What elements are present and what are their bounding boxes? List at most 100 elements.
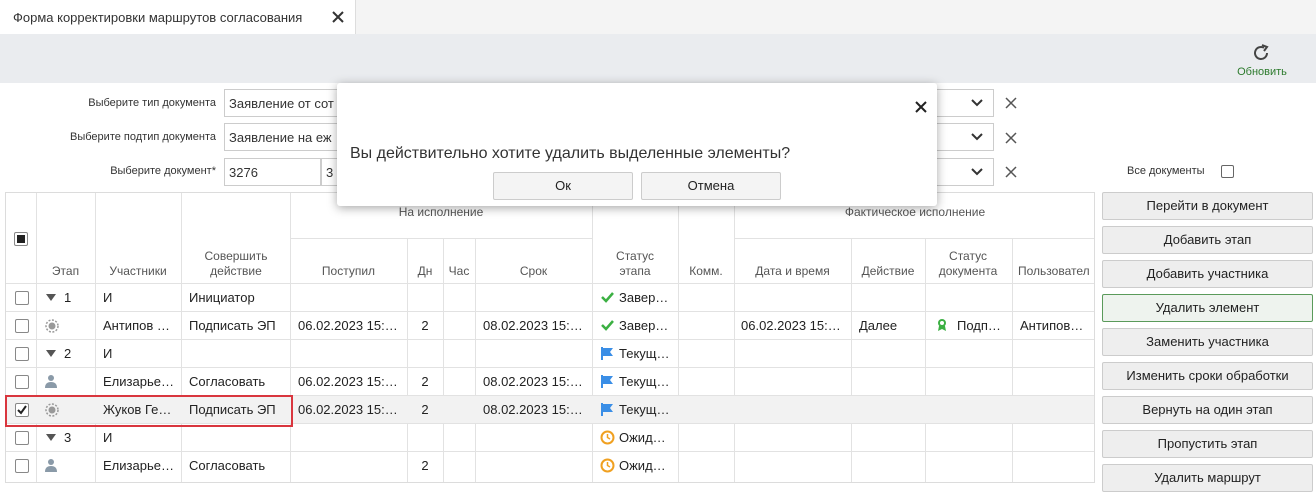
act	[859, 368, 923, 395]
action-button[interactable]: Изменить сроки обработки	[1102, 362, 1313, 390]
action-button[interactable]: Удалить элемент	[1102, 294, 1313, 322]
row-checkbox[interactable]	[15, 431, 29, 445]
action-button[interactable]: Заменить участника	[1102, 328, 1313, 356]
header-comm[interactable]: Комм.	[678, 264, 734, 279]
doc-status	[957, 396, 1011, 423]
received: 06.02.2023 15:…	[298, 374, 398, 389]
doc-status	[957, 284, 1011, 311]
ok-button[interactable]: Ок	[493, 172, 633, 200]
select-all-checkbox[interactable]	[14, 232, 28, 246]
header-doc-status[interactable]: Статус документа	[928, 249, 1008, 279]
clock-icon	[600, 430, 615, 448]
datetime: 06.02.2023 15:…	[741, 318, 841, 333]
all-docs-checkbox[interactable]	[1221, 165, 1234, 178]
user	[1020, 424, 1094, 451]
header-deadline[interactable]: Срок	[475, 264, 592, 279]
cancel-button[interactable]: Отмена	[641, 172, 781, 200]
row-checkbox[interactable]	[15, 291, 29, 305]
routes-grid: Этап Участники Совершить действие На исп…	[5, 192, 1095, 483]
header-group-execution: На исполнение	[398, 205, 484, 219]
check-icon	[600, 290, 614, 307]
header-act[interactable]: Действие	[851, 264, 925, 279]
clear-doc-subtype-icon[interactable]	[1005, 132, 1017, 144]
user	[1020, 340, 1094, 367]
user	[1020, 284, 1094, 311]
flag-icon	[600, 402, 614, 419]
header-datetime[interactable]: Дата и время	[734, 264, 851, 279]
table-row[interactable]: 1 И Инициатор Завер…	[6, 283, 1094, 311]
caret-down-icon[interactable]	[46, 294, 56, 302]
flag-icon	[600, 374, 614, 391]
header-action[interactable]: Совершить действие	[196, 249, 276, 279]
stage-status: Завер…	[619, 290, 669, 305]
row-checkbox[interactable]	[15, 347, 29, 361]
refresh-button[interactable]: Обновить	[1226, 40, 1298, 80]
days: 2	[421, 374, 429, 389]
action-button[interactable]: Добавить участника	[1102, 260, 1313, 288]
action: Согласовать	[189, 374, 266, 389]
chevron-down-icon[interactable]	[970, 165, 984, 179]
header-participants[interactable]: Участники	[95, 264, 181, 279]
action-button[interactable]: Перейти в документ	[1102, 192, 1313, 220]
datetime	[741, 368, 847, 395]
header-received[interactable]: Поступил	[290, 264, 407, 279]
action: Согласовать	[189, 458, 266, 473]
document-select-value: 3	[326, 165, 334, 180]
table-row[interactable]: Жуков Ге… Подписать ЭП 06.02.2023 15:… 2 08.…	[6, 395, 1094, 423]
user	[1020, 396, 1094, 423]
deadline	[483, 424, 589, 451]
deadline: 08.02.2023 15:…	[483, 318, 583, 333]
days: 2	[421, 458, 429, 473]
action-button[interactable]: Вернуть на один этап	[1102, 396, 1313, 424]
header-stage-status[interactable]: Статус этапа	[605, 249, 665, 279]
received	[298, 340, 404, 367]
header-days[interactable]: Дн	[407, 264, 443, 279]
days	[407, 424, 443, 451]
received: 06.02.2023 15:…	[298, 318, 398, 333]
row-checkbox[interactable]	[15, 375, 29, 389]
action-button[interactable]: Пропустить этап	[1102, 430, 1313, 458]
doc-status	[957, 424, 1011, 451]
received: 06.02.2023 15:…	[298, 402, 398, 417]
received	[298, 284, 404, 311]
signature-icon	[44, 318, 60, 337]
stage-status: Завер…	[619, 318, 669, 333]
table-row[interactable]: Антипов … Подписать ЭП 06.02.2023 15:… 2 08.…	[6, 311, 1094, 339]
table-row[interactable]: 2 И Текущ…	[6, 339, 1094, 367]
datetime	[741, 452, 847, 479]
row-checkbox[interactable]	[15, 319, 29, 333]
act	[859, 284, 923, 311]
chevron-down-icon[interactable]	[970, 130, 984, 144]
row-checkbox[interactable]	[15, 459, 29, 473]
dialog-message: Вы действительно хотите удалить выделенн…	[350, 145, 791, 162]
header-user[interactable]: Пользовател	[1018, 264, 1094, 279]
clear-doc-type-icon[interactable]	[1005, 97, 1017, 109]
clear-document-icon[interactable]	[1005, 166, 1017, 178]
table-row[interactable]: Елизарье… Согласовать 2 Ожид…	[6, 451, 1094, 479]
close-icon[interactable]	[915, 101, 927, 113]
table-row[interactable]: 3 И Ожид…	[6, 423, 1094, 451]
participant: Жуков Ге…	[103, 402, 172, 417]
act	[859, 340, 923, 367]
action-button[interactable]: Удалить маршрут	[1102, 464, 1313, 492]
action: Инициатор	[189, 290, 255, 305]
act	[859, 424, 923, 451]
tab-routes-form[interactable]: Форма корректировки маршрутов согласован…	[0, 0, 356, 34]
award-icon	[935, 318, 949, 335]
participant: Елизарье…	[103, 458, 174, 473]
row-checkbox[interactable]	[15, 403, 29, 417]
days	[407, 340, 443, 367]
header-stage[interactable]: Этап	[36, 264, 95, 279]
document-number-input[interactable]: 3276	[224, 158, 321, 186]
doc-status	[957, 340, 1011, 367]
header-hours[interactable]: Час	[443, 264, 475, 279]
chevron-down-icon[interactable]	[970, 96, 984, 110]
caret-down-icon[interactable]	[46, 350, 56, 358]
caret-down-icon[interactable]	[46, 434, 56, 442]
table-row[interactable]: Елизарье… Согласовать 06.02.2023 15:… 2 08.0…	[6, 367, 1094, 395]
close-icon[interactable]	[330, 9, 346, 25]
doc-type-value: Заявление от сот	[229, 96, 334, 111]
stage-status: Ожид…	[619, 430, 666, 445]
action-button[interactable]: Добавить этап	[1102, 226, 1313, 254]
tab-title: Форма корректировки маршрутов согласован…	[13, 10, 303, 25]
